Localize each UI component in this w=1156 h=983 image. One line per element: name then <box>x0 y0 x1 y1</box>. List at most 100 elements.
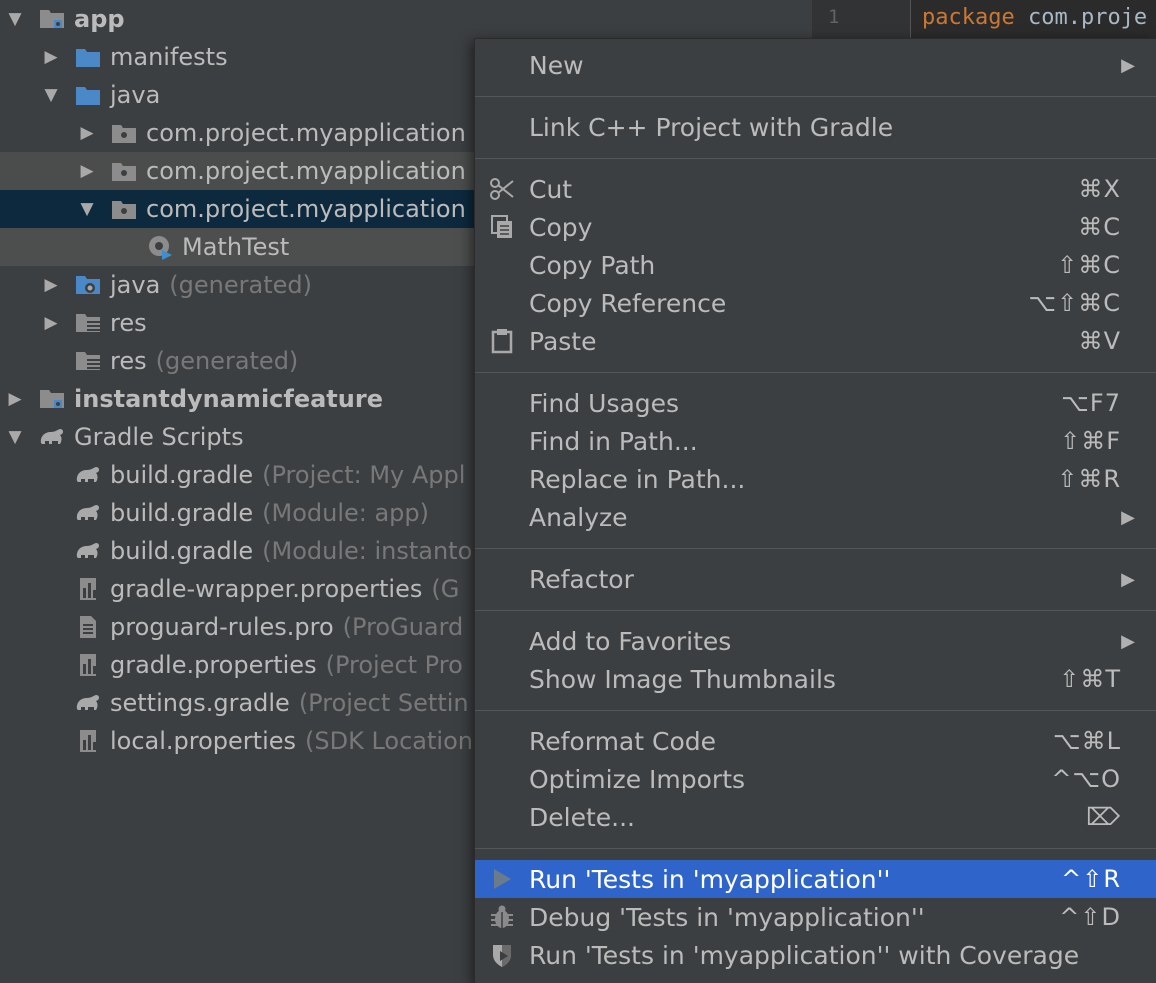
collapsed-arrow-icon[interactable]: ▶ <box>6 380 24 418</box>
menu-item-find-in-path[interactable]: Find in Path... ⇧⌘F <box>475 422 1156 460</box>
collapsed-arrow-icon[interactable]: ▶ <box>42 266 60 304</box>
run-icon <box>487 864 517 894</box>
tree-item-name: gradle.properties <box>110 651 317 679</box>
menu-item-label: Find in Path... <box>529 426 698 456</box>
tree-row[interactable]: ▼ app <box>0 0 812 38</box>
gutter-divider <box>910 0 911 38</box>
tree-item-name: MathTest <box>182 233 290 261</box>
submenu-arrow-icon: ▶ <box>1121 630 1135 652</box>
shortcut-label: ⌘C <box>1078 213 1121 241</box>
module-folder-icon <box>38 6 66 32</box>
menu-item-new[interactable]: New ▶ <box>475 46 1156 84</box>
shortcut-label: ⌘V <box>1078 327 1121 355</box>
menu-item-label: Show Image Thumbnails <box>529 664 836 694</box>
properties-file-icon <box>74 728 102 754</box>
menu-item-label: Copy Reference <box>529 288 727 318</box>
resource-folder-icon <box>74 310 102 336</box>
text-file-icon <box>74 614 102 640</box>
menu-item-run-tests[interactable]: Run 'Tests in 'myapplication'' ^⇧R <box>475 860 1156 898</box>
tree-item-name: com.project.myapplication <box>146 195 466 223</box>
code-keyword: package <box>922 5 1015 30</box>
properties-file-icon <box>74 576 102 602</box>
shortcut-label: ^⌥O <box>1051 765 1121 793</box>
menu-item-label: Run 'Tests in 'myapplication'' with Cove… <box>529 940 1080 970</box>
collapsed-arrow-icon[interactable]: ▶ <box>78 114 96 152</box>
package-icon <box>110 120 138 146</box>
shortcut-label: ⇧⌘C <box>1057 251 1121 279</box>
menu-item-run-with-coverage[interactable]: Run 'Tests in 'myapplication'' with Cove… <box>475 936 1156 974</box>
copy-icon <box>487 212 517 242</box>
menu-item-find-usages[interactable]: Find Usages ⌥F7 <box>475 384 1156 422</box>
menu-item-analyze[interactable]: Analyze ▶ <box>475 498 1156 536</box>
collapsed-arrow-icon[interactable]: ▶ <box>42 38 60 76</box>
menu-item-cut[interactable]: Cut ⌘X <box>475 170 1156 208</box>
tree-item-name: com.project.myapplication <box>146 157 466 185</box>
tree-item-name: java <box>110 271 161 299</box>
tree-item-name: instantdynamicfeature <box>74 385 383 413</box>
tree-item-name: Gradle Scripts <box>74 423 244 451</box>
folder-icon <box>74 44 102 70</box>
menu-item-debug-tests[interactable]: Debug 'Tests in 'myapplication'' ^⇧D <box>475 898 1156 936</box>
scissors-icon <box>487 174 517 204</box>
menu-item-label: Optimize Imports <box>529 764 746 794</box>
tree-item-name: com.project.myapplication <box>146 119 466 147</box>
properties-file-icon <box>74 652 102 678</box>
folder-icon <box>74 82 102 108</box>
menu-item-show-image-thumbnails[interactable]: Show Image Thumbnails ⇧⌘T <box>475 660 1156 698</box>
menu-item-refactor[interactable]: Refactor ▶ <box>475 560 1156 598</box>
menu-item-delete[interactable]: Delete... ⌦ <box>475 798 1156 836</box>
tree-item-hint: (Project: My Appl <box>262 461 466 489</box>
menu-item-label: Refactor <box>529 564 634 594</box>
context-menu: New ▶ Link C++ Project with Gradle Cut ⌘… <box>474 38 1156 983</box>
tree-item-name: app <box>74 5 125 33</box>
package-icon <box>110 196 138 222</box>
menu-item-label: Run 'Tests in 'myapplication'' <box>529 864 891 894</box>
package-icon <box>110 158 138 184</box>
expanded-arrow-icon[interactable]: ▼ <box>6 0 24 38</box>
menu-item-copy[interactable]: Copy ⌘C <box>475 208 1156 246</box>
gradle-icon <box>74 462 102 488</box>
menu-separator <box>475 548 1156 549</box>
gradle-icon <box>74 690 102 716</box>
tree-item-name: build.gradle <box>110 461 254 489</box>
collapsed-arrow-icon[interactable]: ▶ <box>78 152 96 190</box>
tree-item-hint: (Module: instanto <box>262 537 473 565</box>
module-folder-icon <box>38 386 66 412</box>
shortcut-label: ⌘X <box>1078 175 1121 203</box>
menu-separator <box>475 848 1156 849</box>
shortcut-label: ⌥F7 <box>1061 389 1121 417</box>
menu-item-label: New <box>529 50 584 80</box>
menu-item-label: Cut <box>529 174 573 204</box>
submenu-arrow-icon: ▶ <box>1121 54 1135 76</box>
shortcut-label: ⌦ <box>1086 803 1121 831</box>
menu-item-optimize-imports[interactable]: Optimize Imports ^⌥O <box>475 760 1156 798</box>
code-text: com.proje <box>1027 5 1148 30</box>
menu-item-copy-path[interactable]: Copy Path ⇧⌘C <box>475 246 1156 284</box>
generated-folder-icon <box>74 272 102 298</box>
debug-bug-icon <box>487 902 517 932</box>
expanded-arrow-icon[interactable]: ▼ <box>42 76 60 114</box>
menu-separator <box>475 372 1156 373</box>
menu-item-paste[interactable]: Paste ⌘V <box>475 322 1156 360</box>
code-line[interactable]: package com.proje <box>922 5 1147 30</box>
test-class-icon <box>146 234 174 260</box>
collapsed-arrow-icon[interactable]: ▶ <box>42 304 60 342</box>
menu-item-reformat-code[interactable]: Reformat Code ⌥⌘L <box>475 722 1156 760</box>
clipboard-icon <box>487 326 517 356</box>
resource-folder-icon <box>74 348 102 374</box>
menu-item-link-cpp[interactable]: Link C++ Project with Gradle <box>475 108 1156 146</box>
expanded-arrow-icon[interactable]: ▼ <box>6 418 24 456</box>
menu-item-replace-in-path[interactable]: Replace in Path... ⇧⌘R <box>475 460 1156 498</box>
line-number: 1 <box>828 6 840 28</box>
menu-item-add-to-favorites[interactable]: Add to Favorites ▶ <box>475 622 1156 660</box>
menu-item-label: Reformat Code <box>529 726 716 756</box>
tree-item-name: build.gradle <box>110 537 254 565</box>
expanded-arrow-icon[interactable]: ▼ <box>78 190 96 228</box>
menu-item-label: Analyze <box>529 502 628 532</box>
menu-item-label: Link C++ Project with Gradle <box>529 112 894 142</box>
tree-item-hint: (G <box>431 575 460 603</box>
tree-item-name: settings.gradle <box>110 689 290 717</box>
menu-item-label: Copy Path <box>529 250 656 280</box>
menu-item-copy-reference[interactable]: Copy Reference ⌥⇧⌘C <box>475 284 1156 322</box>
menu-item-label: Add to Favorites <box>529 626 732 656</box>
